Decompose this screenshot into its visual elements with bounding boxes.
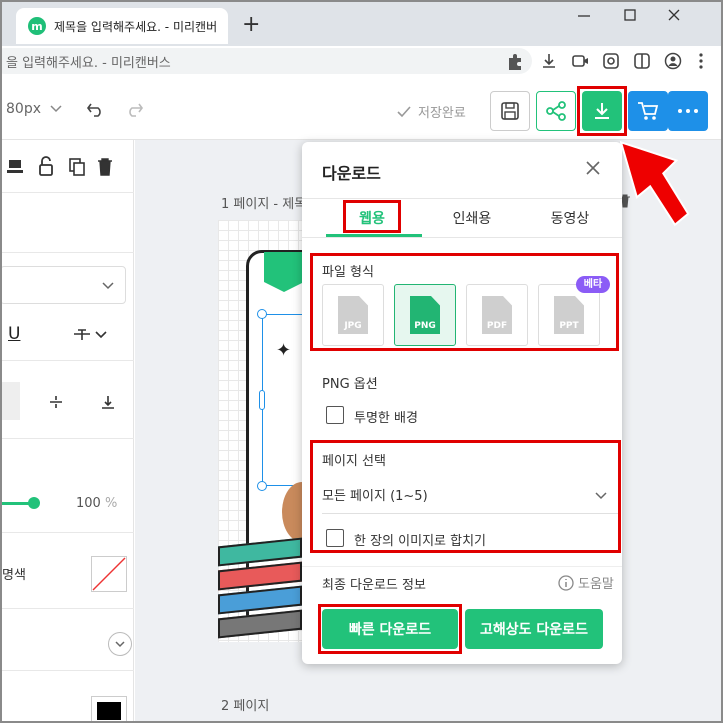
screenshot-icon[interactable] (602, 52, 620, 70)
floppy-disk-icon (501, 102, 519, 120)
lock-icon[interactable] (37, 155, 55, 177)
color-label: 명색 (2, 568, 26, 583)
close-icon[interactable] (585, 160, 601, 176)
property-panel: U 100 % 명색 (2, 140, 134, 721)
app-frame: m 제목을 입력해주세요. - 미리캔버 + 을 입력해주세요. - 미리캔버스… (0, 0, 723, 723)
share-icon (546, 101, 566, 121)
quick-download-highlight (318, 604, 462, 654)
trash-icon[interactable] (97, 157, 113, 177)
transparent-bg-checkbox[interactable] (326, 406, 344, 424)
tab-web-highlight (343, 200, 401, 233)
maximize-icon[interactable] (620, 8, 640, 24)
selection-handle[interactable] (257, 309, 267, 319)
info-circle-icon (558, 574, 574, 591)
copy-icon[interactable] (68, 157, 86, 177)
save-button[interactable] (490, 91, 530, 131)
download-dialog: 다운로드 웹용 인쇄용 동영상 파일 형식 JPG PNG PDF PPT 베타… (302, 142, 622, 664)
tab-title: 제목을 입력해주세요. - 미리캔버 (54, 19, 218, 34)
align-top-button[interactable] (2, 382, 20, 420)
chevron-down-icon (115, 641, 125, 648)
extension-puzzle-icon[interactable] (505, 52, 523, 70)
books-illustration (218, 609, 302, 639)
selection-box[interactable] (262, 314, 302, 486)
url-field[interactable]: 을 입력해주세요. - 미리캔버스 (2, 48, 532, 74)
more-button[interactable] (668, 91, 708, 131)
save-status-text: 저장완료 (418, 106, 466, 121)
miricanvas-favicon-icon: m (28, 17, 46, 35)
redo-icon[interactable] (124, 100, 144, 118)
profile-icon[interactable] (664, 52, 682, 70)
zoom-value: 80px (6, 101, 41, 117)
chevron-down-icon (102, 282, 114, 290)
browser-tab[interactable]: m 제목을 입력해주세요. - 미리캔버 (16, 8, 228, 44)
expand-circle-button[interactable] (108, 632, 132, 656)
black-color-swatch[interactable] (91, 696, 127, 721)
help-label: 도움말 (578, 577, 614, 592)
align-middle-icon[interactable] (48, 394, 64, 410)
more-dots-icon (678, 109, 698, 113)
opacity-value: 100 % (76, 496, 117, 511)
page1-canvas[interactable]: ✦ (218, 220, 302, 642)
download-button-highlight (577, 86, 627, 136)
new-tab-button[interactable]: + (242, 12, 260, 37)
transparent-bg-label: 투명한 배경 (354, 411, 418, 426)
opacity-slider-handle[interactable] (28, 497, 40, 509)
page2-label: 2 페이지 (221, 699, 270, 714)
browser-menu-icon[interactable] (696, 52, 706, 70)
undo-icon[interactable] (86, 100, 106, 118)
font-select[interactable] (2, 266, 126, 304)
cart-icon (638, 102, 659, 120)
cart-button[interactable] (628, 91, 668, 131)
url-text: 을 입력해주세요. - 미리캔버스 (6, 55, 171, 71)
camera-icon[interactable] (571, 52, 589, 70)
chevron-down-icon (50, 105, 62, 113)
selection-side-handle[interactable] (259, 390, 265, 410)
dialog-title: 다운로드 (322, 164, 381, 183)
zoom-select[interactable]: 80px (6, 101, 63, 117)
file-format-highlight (310, 253, 619, 351)
opacity-number: 100 (76, 496, 101, 511)
selection-handle[interactable] (257, 481, 267, 491)
align-bottom-icon[interactable] (100, 394, 116, 410)
opacity-unit: % (104, 496, 118, 511)
share-button[interactable] (536, 91, 576, 131)
check-icon (397, 105, 411, 117)
save-status: 저장완료 (396, 102, 466, 121)
hires-download-button[interactable]: 고해상도 다운로드 (465, 609, 603, 649)
no-color-swatch[interactable] (91, 556, 127, 592)
underline-icon[interactable]: U (8, 324, 20, 344)
tab-video[interactable]: 동영상 (538, 208, 602, 228)
pointer-arrow (620, 140, 690, 227)
close-window-icon[interactable] (664, 8, 684, 24)
page1-label: 1 페이지 - 제목 (221, 197, 307, 212)
split-view-icon[interactable] (633, 52, 651, 70)
minimize-icon[interactable] (574, 8, 594, 24)
stamp-icon[interactable] (6, 157, 24, 177)
strikethrough-icon[interactable] (72, 326, 112, 344)
tab-print[interactable]: 인쇄용 (440, 208, 504, 228)
download-icon[interactable] (540, 52, 558, 70)
png-options-label: PNG 옵션 (322, 377, 378, 392)
help-link[interactable]: 도움말 (558, 573, 614, 592)
page-select-highlight (310, 440, 621, 553)
final-info-label: 최종 다운로드 정보 (322, 578, 426, 593)
